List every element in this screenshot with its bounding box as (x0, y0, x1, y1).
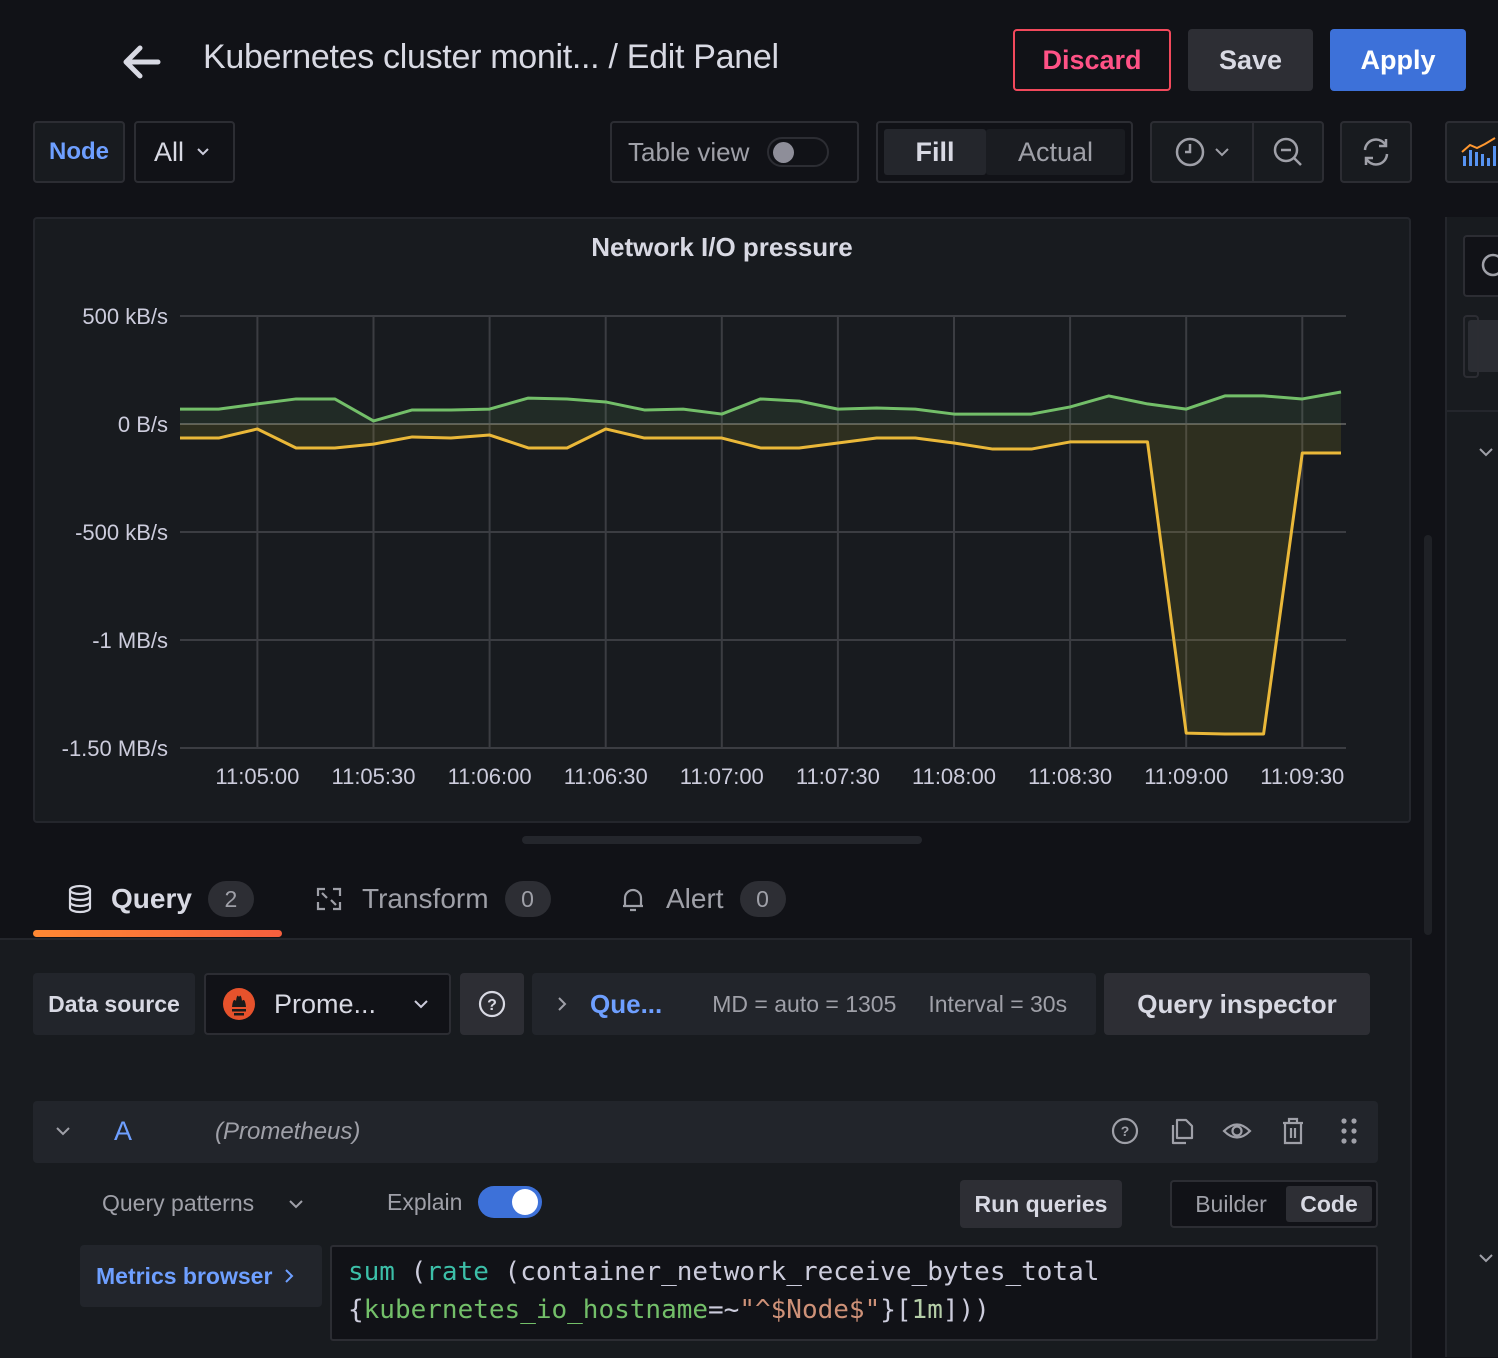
options-search-input[interactable] (1463, 235, 1498, 297)
data-source-picker[interactable]: Prome... (204, 973, 451, 1035)
code-token: "^$Node$" (739, 1295, 880, 1325)
promql-code-editor[interactable]: sum (rate (container_network_receive_byt… (330, 1245, 1378, 1341)
explain-toggle[interactable]: Explain (387, 1186, 542, 1218)
transform-count-badge: 0 (505, 881, 551, 917)
chevron-right-icon (284, 1268, 294, 1284)
max-data-points-info: MD = auto = 1305 (712, 991, 896, 1018)
query-inspector-button[interactable]: Query inspector (1104, 973, 1370, 1035)
data-source-help-button[interactable]: ? (460, 973, 524, 1035)
data-source-label: Data source (33, 973, 195, 1035)
drag-handle-icon (1339, 1116, 1359, 1146)
transform-icon (314, 884, 344, 914)
help-icon: ? (477, 989, 507, 1019)
x-tick-label: 11:09:30 (1260, 764, 1344, 789)
time-series-chart: 500 kB/s 0 B/s -500 kB/s -1 MB/s -1.50 MB/s 1… (0, 0, 1498, 830)
chevron-down-icon (288, 1198, 304, 1210)
x-tick-label: 11:09:00 (1144, 764, 1228, 789)
bell-icon (620, 884, 646, 914)
x-tick-label: 11:07:30 (796, 764, 880, 789)
y-tick-label: -1 MB/s (92, 628, 168, 653)
query-ref-id[interactable]: A (114, 1116, 132, 1147)
duplicate-query-button[interactable] (1164, 1114, 1198, 1148)
tab-query[interactable]: Query 2 (33, 860, 282, 938)
explain-label: Explain (387, 1189, 462, 1216)
chevron-down-icon[interactable] (1478, 446, 1494, 458)
toggle-query-visibility-button[interactable] (1220, 1114, 1254, 1148)
trash-icon (1279, 1116, 1307, 1146)
x-tick-label: 11:05:30 (331, 764, 415, 789)
options-divider (1447, 410, 1498, 412)
chevron-down-icon[interactable] (1478, 1252, 1494, 1264)
code-mode-option[interactable]: Code (1286, 1186, 1372, 1222)
interval-info: Interval = 30s (928, 991, 1067, 1018)
builder-mode-option[interactable]: Builder (1176, 1186, 1286, 1222)
tab-transform-label: Transform (362, 883, 489, 915)
code-token: sum (348, 1257, 395, 1287)
query-options-toggle[interactable]: Que... MD = auto = 1305 Interval = 30s (532, 973, 1096, 1035)
x-tick-label: 11:08:00 (912, 764, 996, 789)
delete-query-button[interactable] (1276, 1114, 1310, 1148)
code-token: =~ (708, 1295, 739, 1325)
alert-count-badge: 0 (740, 881, 786, 917)
y-tick-label: 500 kB/s (82, 304, 168, 329)
explain-switch[interactable] (478, 1186, 542, 1218)
chevron-right-icon (556, 995, 568, 1013)
y-tick-label: 0 B/s (118, 412, 168, 437)
database-icon (67, 884, 93, 914)
code-token: (container_network_receive_bytes_total (489, 1257, 1099, 1287)
editor-mode-switch: Builder Code (1170, 1180, 1378, 1228)
code-token: rate (426, 1257, 489, 1287)
code-token: { (348, 1295, 364, 1325)
code-token: ])) (943, 1295, 990, 1325)
chevron-down-icon (413, 998, 429, 1010)
active-tab-indicator (33, 930, 282, 937)
y-tick-label: -500 kB/s (75, 520, 168, 545)
options-pane (1445, 217, 1498, 1357)
query-count-badge: 2 (208, 881, 254, 917)
options-tab[interactable] (1463, 315, 1479, 378)
tab-query-label: Query (111, 883, 192, 915)
x-tick-label: 11:07:00 (680, 764, 764, 789)
help-icon: ? (1110, 1116, 1140, 1146)
x-tick-label: 11:06:00 (448, 764, 532, 789)
vertical-scrollbar[interactable] (1424, 535, 1432, 935)
eye-icon (1221, 1116, 1253, 1146)
search-icon (1477, 247, 1498, 287)
tab-alert-label: Alert (666, 883, 724, 915)
collapse-query-chevron-icon[interactable] (54, 1121, 72, 1143)
query-row-actions: ? (1108, 1114, 1366, 1148)
panel-resize-handle[interactable] (522, 836, 922, 844)
x-tick-label: 11:06:30 (564, 764, 648, 789)
svg-text:?: ? (487, 997, 497, 1014)
editor-tabs: Query 2 Transform 0 Alert 0 (0, 860, 1412, 940)
query-patterns-dropdown[interactable]: Query patterns (102, 1190, 304, 1217)
x-tick-label: 11:08:30 (1028, 764, 1112, 789)
tab-transform[interactable]: Transform 0 (314, 860, 551, 938)
query-help-button[interactable]: ? (1108, 1114, 1142, 1148)
metrics-browser-label: Metrics browser (96, 1263, 272, 1290)
copy-icon (1166, 1116, 1196, 1146)
run-queries-button[interactable]: Run queries (960, 1180, 1122, 1228)
svg-text:?: ? (1121, 1123, 1130, 1139)
query-patterns-label: Query patterns (102, 1190, 254, 1217)
query-options-label: Que... (590, 989, 662, 1020)
prometheus-logo-icon (222, 987, 256, 1021)
code-token: kubernetes_io_hostname (364, 1295, 708, 1325)
code-token: 1m (912, 1295, 943, 1325)
x-tick-label: 11:05:00 (215, 764, 299, 789)
y-tick-label: -1.50 MB/s (62, 736, 168, 761)
query-datasource-name: (Prometheus) (215, 1118, 360, 1146)
tab-alert[interactable]: Alert 0 (620, 860, 786, 938)
code-token: }[ (880, 1295, 911, 1325)
code-token: ( (395, 1257, 426, 1287)
data-source-name: Prome... (274, 989, 413, 1020)
metrics-browser-button[interactable]: Metrics browser (80, 1245, 322, 1307)
drag-handle[interactable] (1332, 1114, 1366, 1148)
